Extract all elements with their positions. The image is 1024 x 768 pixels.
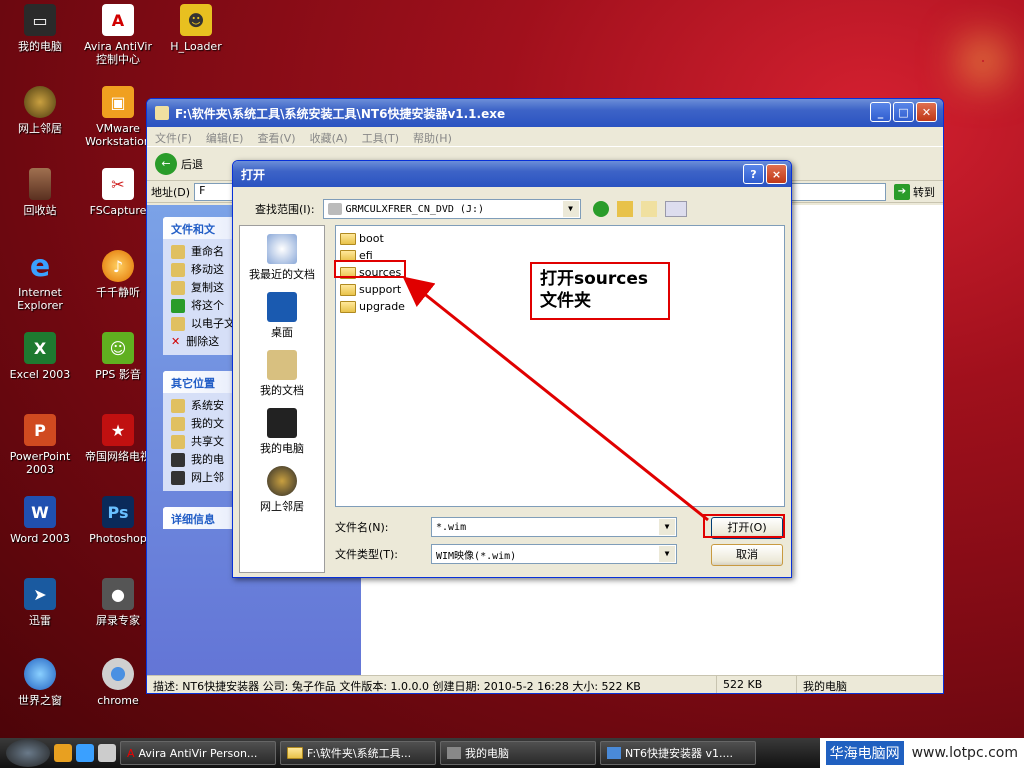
taskbar: A Avira AntiVir Person... F:\软件夹\系统工具... … [0, 738, 1024, 768]
callout-line1: 打开sources [540, 269, 649, 289]
callout-box: 打开sources 文件夹 [530, 262, 670, 320]
callout-line2: 文件夹 [540, 291, 591, 311]
app-icon [607, 747, 621, 759]
start-button[interactable] [6, 739, 50, 767]
task-explorer[interactable]: F:\软件夹\系统工具... [280, 741, 436, 765]
computer-icon [447, 747, 461, 759]
watermark: 华海电脑网 www.lotpc.com [819, 738, 1024, 768]
task-my-computer[interactable]: 我的电脑 [440, 741, 596, 765]
avira-icon: A [127, 746, 135, 760]
task-nt6[interactable]: NT6快捷安装器 v1.... [600, 741, 756, 765]
task-avira[interactable]: A Avira AntiVir Person... [120, 741, 276, 765]
watermark-site-name: 华海电脑网 [825, 741, 904, 765]
show-desktop-icon[interactable] [54, 744, 72, 762]
annotation-arrow [402, 276, 709, 522]
ie-quicklaunch-icon[interactable] [76, 744, 94, 762]
folder-icon [287, 747, 303, 759]
watermark-url: www.lotpc.com [911, 745, 1018, 761]
quicklaunch-icon[interactable] [98, 744, 116, 762]
